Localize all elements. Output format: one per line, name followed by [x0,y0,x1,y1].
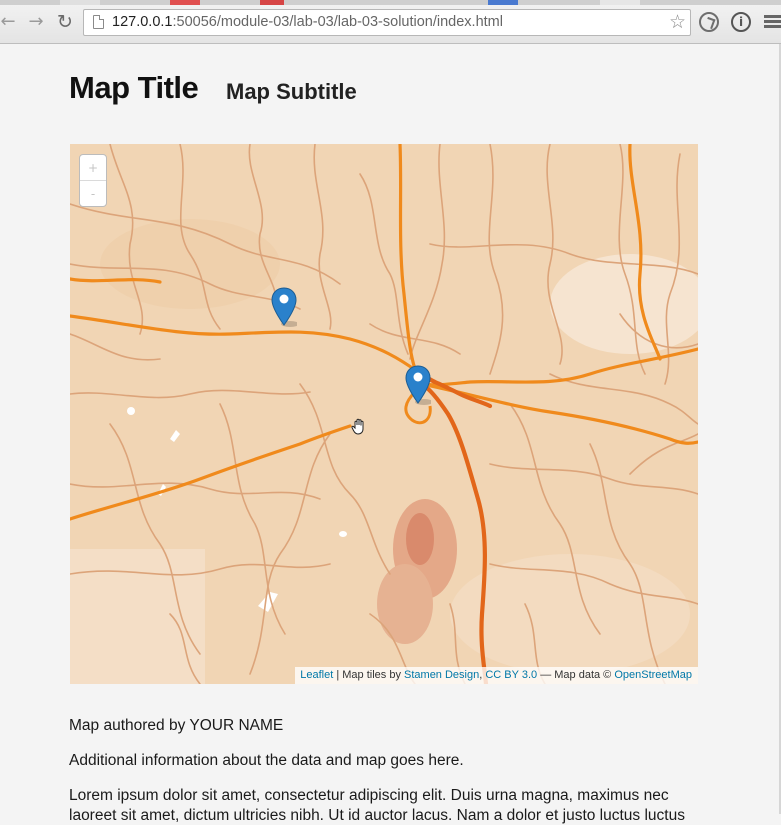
url-path: :50056/module-03/lab-03/lab-03-solution/… [172,14,503,30]
map-marker-icon[interactable] [405,365,431,405]
tab-strip[interactable] [0,0,781,5]
back-arrow-icon[interactable]: ← [0,11,18,33]
star-icon[interactable]: ☆ [669,11,686,33]
info-icon[interactable]: i [731,12,751,32]
stamen-link[interactable]: Stamen Design [404,669,479,681]
menu-icon[interactable] [764,15,781,30]
attribution-data-text: — Map data © [537,669,615,681]
lorem-paragraph-line: Lorem ipsum dolor sit amet, consectetur … [69,787,669,804]
page-icon [93,15,104,29]
map-tiles[interactable] [70,144,698,684]
map-marker-icon[interactable] [271,287,297,327]
attribution-text: | Map tiles by [333,669,405,681]
map-attribution: Leaflet | Map tiles by Stamen Design, CC… [295,667,698,684]
grab-cursor-icon [351,418,364,435]
info-line: Additional information about the data an… [69,752,464,769]
forward-arrow-icon[interactable]: → [26,11,46,33]
leaflet-link[interactable]: Leaflet [300,669,333,681]
zoom-in-button[interactable]: + [80,155,106,181]
page-content: Map Title Map Subtitle + - Leaflet | Map… [0,44,781,824]
page-title: Map Title [69,70,199,105]
lorem-paragraph-line: laoreet sit amet, dictum ultricies nibh.… [69,807,685,824]
url-text[interactable]: 127.0.0.1:50056/module-03/lab-03/lab-03-… [112,14,503,30]
url-host: 127.0.0.1 [112,14,173,30]
address-bar[interactable]: 127.0.0.1:50056/module-03/lab-03/lab-03-… [83,9,691,36]
license-link[interactable]: CC BY 3.0 [485,669,537,681]
author-line: Map authored by YOUR NAME [69,717,284,734]
map-container[interactable]: + - Leaflet | Map tiles by Stamen Design… [70,144,698,684]
sync-icon[interactable] [699,12,719,32]
zoom-out-button[interactable]: - [80,181,106,207]
zoom-control: + - [79,154,107,207]
reload-icon[interactable]: ↻ [55,11,75,33]
browser-toolbar: ← → ↻ 127.0.0.1:50056/module-03/lab-03/l… [0,0,781,44]
page-subtitle: Map Subtitle [226,79,357,104]
openstreetmap-link[interactable]: OpenStreetMap [614,669,692,681]
